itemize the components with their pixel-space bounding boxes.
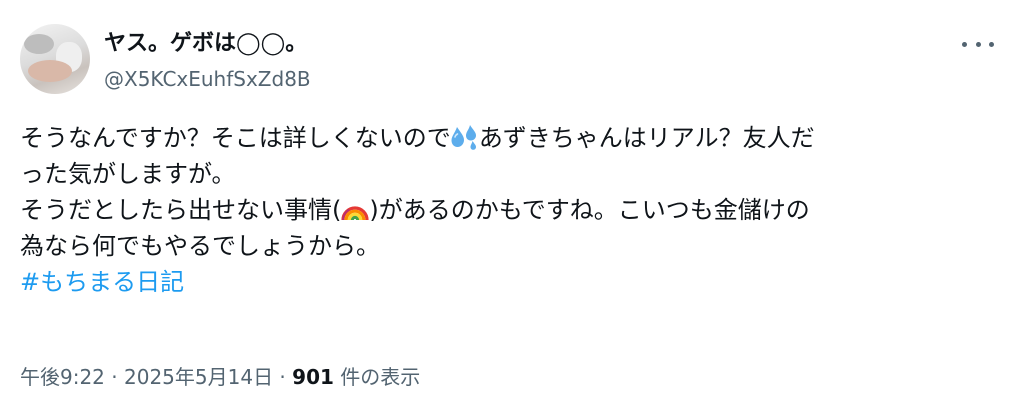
tweet-line: った気がしますが。 — [20, 160, 236, 188]
tweet-time-link[interactable]: 午後9:22 — [20, 365, 105, 389]
more-dot — [975, 41, 981, 47]
tweet-text-segment: )があるのかもですね。こいつも金儲けの — [369, 196, 810, 224]
hashtag-link[interactable]: #もちまる日記 — [20, 264, 184, 300]
display-name[interactable]: ヤス。ゲボは◯◯。 — [104, 30, 307, 58]
sweat-droplets-icon — [451, 125, 476, 150]
tweet-text-segment: そうだとしたら出せない事情( — [20, 196, 342, 224]
tweet-line: #もちまる日記 — [20, 264, 1005, 300]
tweet-text-segment: あずきちゃんはリアル？友人だ — [478, 124, 815, 152]
tweet-text: そうなんですか？そこは詳しくないので あずきちゃんはリアル？友人だ った気がしま… — [20, 120, 1005, 300]
views-count: 901 — [292, 365, 334, 389]
more-options-icon[interactable] — [962, 34, 994, 54]
more-dot — [989, 41, 994, 47]
user-handle[interactable]: @X5KCxEuhfSxZd8B — [104, 66, 311, 92]
rainbow-icon — [341, 206, 369, 221]
tweet-text-segment: そうなんですか？そこは詳しくないので — [20, 124, 451, 152]
views-label: 件の表示 — [333, 365, 421, 389]
meta-separator: · — [104, 365, 124, 389]
avatar-photo-detail — [24, 34, 54, 54]
tweet-line: そうだとしたら出せない事情( )があるのかもですね。こいつも金儲けの — [20, 192, 1005, 228]
tweet-card: ヤス。ゲボは◯◯。 @X5KCxEuhfSxZd8B そうなんですか？そこは詳し… — [0, 0, 1024, 410]
tweet-line: 為なら何でもやるでしょうから。 — [20, 232, 380, 260]
tweet-meta: 午後9:22 · 2025年5月14日 · 901 件の表示 — [20, 364, 420, 390]
tweet-line: そうなんですか？そこは詳しくないので あずきちゃんはリアル？友人だ — [20, 120, 1005, 156]
tweet-date-link[interactable]: 2025年5月14日 — [124, 365, 273, 389]
more-dot — [962, 41, 967, 47]
meta-separator: · — [273, 365, 293, 389]
avatar-photo-detail — [28, 60, 72, 82]
user-avatar[interactable] — [20, 24, 90, 94]
